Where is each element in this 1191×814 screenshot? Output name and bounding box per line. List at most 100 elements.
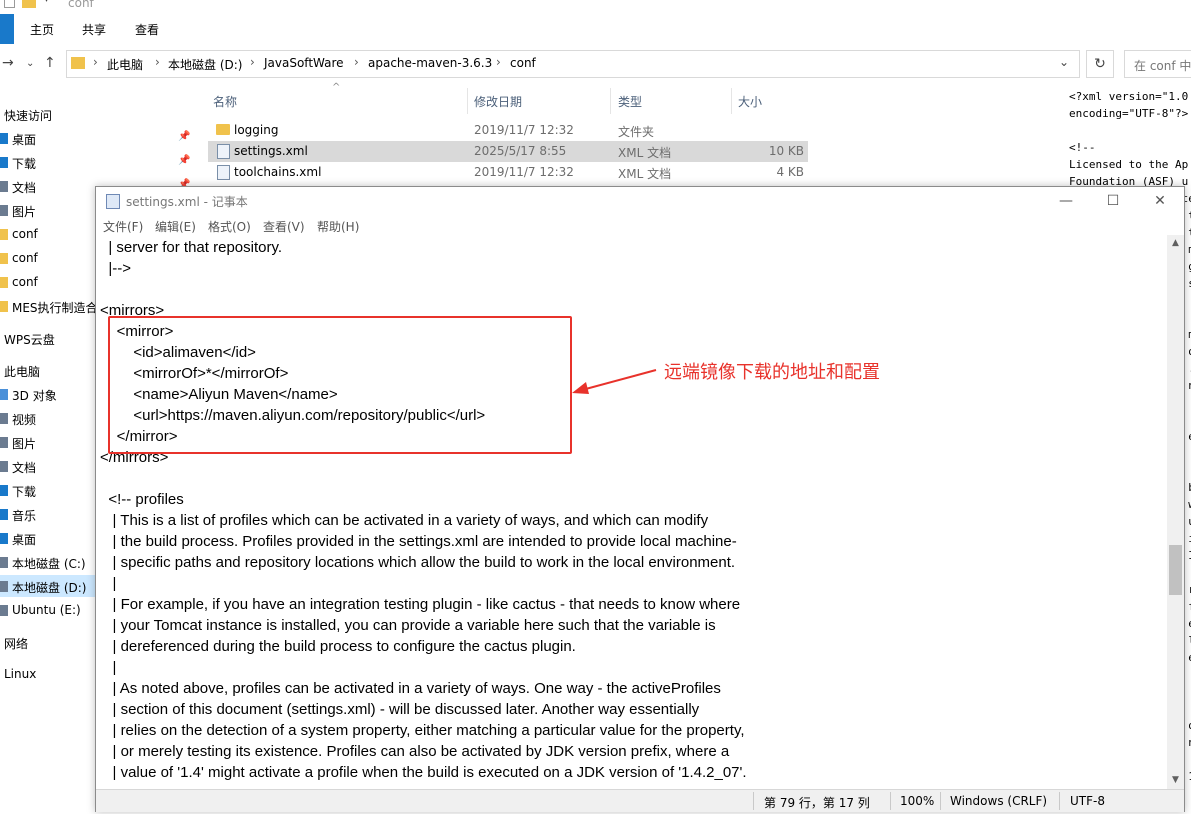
sidebar-item[interactable]: 视频 [0, 411, 36, 428]
breadcrumb-drive-d[interactable]: 本地磁盘 (D:) [168, 56, 242, 73]
search-input[interactable]: 在 conf 中 [1124, 50, 1191, 78]
sidebar-item[interactable]: MES执行制造合 [0, 299, 98, 316]
file-name: logging [234, 123, 279, 137]
sidebar-item[interactable]: Linux [4, 667, 36, 681]
pin-icon[interactable]: 📌 [178, 155, 190, 166]
breadcrumb-separator: › [496, 55, 501, 69]
menu-edit[interactable]: 编辑(E) [155, 218, 196, 235]
sidebar-item[interactable]: 本地磁盘 (D:) [0, 579, 86, 596]
text-line: | section of this document (settings.xml… [100, 701, 700, 718]
sidebar-item[interactable]: 快速访问 [4, 107, 52, 124]
sidebar-item-label: 文档 [12, 181, 37, 195]
pin-icon[interactable]: 📌 [178, 131, 190, 142]
file-size: 4 KB [776, 165, 804, 179]
scroll-up-icon[interactable]: ▲ [1167, 235, 1184, 252]
column-separator[interactable] [467, 88, 468, 114]
column-separator[interactable] [610, 88, 611, 114]
menu-help[interactable]: 帮助(H) [317, 218, 359, 235]
checkbox-icon [4, 0, 15, 8]
vertical-scrollbar[interactable]: ▲ ▼ [1167, 235, 1184, 789]
back-arrow-icon[interactable]: → [2, 55, 14, 71]
file-row-logging[interactable]: logging 2019/11/7 12:32 文件夹 [208, 120, 808, 141]
maximize-button[interactable]: ☐ [1090, 190, 1136, 212]
sidebar-item-icon [0, 413, 8, 424]
sidebar-item[interactable]: WPS云盘 [4, 331, 55, 348]
chevron-down-icon[interactable]: ⌄ [26, 58, 34, 69]
scroll-down-icon[interactable]: ▼ [1167, 772, 1184, 789]
menu-view[interactable]: 查看(V) [263, 218, 305, 235]
preview-line: <?xml version="1.0 [1069, 90, 1189, 103]
up-arrow-icon[interactable]: ↑ [44, 55, 56, 71]
text-line: | [100, 575, 117, 592]
sidebar-item[interactable]: 图片 [0, 203, 36, 220]
sidebar-item[interactable]: 图片 [0, 435, 36, 452]
scrollbar-thumb[interactable] [1169, 545, 1182, 595]
preview-line: Licensed to the Ap [1069, 158, 1189, 171]
sidebar-item[interactable]: 桌面 [0, 531, 37, 548]
file-size: 10 KB [768, 144, 804, 158]
sidebar-item-icon [0, 461, 8, 472]
sidebar-item[interactable]: conf [0, 275, 38, 289]
file-date: 2019/11/7 12:32 [474, 165, 574, 179]
ribbon: 主页 共享 查看 [0, 14, 1191, 45]
sidebar-item[interactable]: 此电脑 [4, 363, 40, 380]
breadcrumb-separator: › [250, 55, 255, 69]
breadcrumb-maven[interactable]: apache-maven-3.6.3 [368, 56, 492, 70]
notepad-window: settings.xml - 记事本 — ☐ ✕ 文件(F) 编辑(E) 格式(… [95, 186, 1185, 812]
file-row-toolchains[interactable]: toolchains.xml 2019/11/7 12:32 XML 文档 4 … [208, 162, 808, 183]
menu-format[interactable]: 格式(O) [208, 218, 251, 235]
column-header-type[interactable]: 类型 [618, 93, 642, 110]
column-separator[interactable] [731, 88, 732, 114]
sidebar-item-label: MES执行制造合 [12, 301, 98, 315]
sidebar-item[interactable]: conf [0, 251, 38, 265]
sidebar-item[interactable]: 下载 [0, 155, 37, 172]
notepad-statusbar: 第 79 行，第 17 列 100% Windows (CRLF) UTF-8 [96, 789, 1184, 812]
preview-line: <!-- [1069, 141, 1096, 154]
notepad-menubar: 文件(F) 编辑(E) 格式(O) 查看(V) 帮助(H) [96, 215, 1184, 235]
sidebar-item[interactable]: 文档 [0, 179, 37, 196]
highlight-box [108, 316, 572, 454]
sidebar-item-icon [0, 437, 8, 448]
sidebar-item[interactable]: conf [0, 227, 38, 241]
text-line: | As noted above, profiles can be activa… [100, 680, 721, 697]
tab-view[interactable]: 查看 [135, 21, 159, 38]
sidebar-item[interactable]: 下载 [0, 483, 36, 500]
breadcrumb-this-pc[interactable]: 此电脑 [107, 56, 143, 73]
status-encoding: UTF-8 [1070, 794, 1105, 808]
text-line: | or merely testing its existence. Profi… [100, 743, 730, 760]
tab-share[interactable]: 共享 [82, 21, 106, 38]
sidebar-item-label: 桌面 [12, 533, 37, 547]
ribbon-file-tab[interactable] [0, 14, 14, 44]
address-bar[interactable]: › 此电脑 › 本地磁盘 (D:) › JavaSoftWare › apach… [66, 50, 1080, 78]
sidebar-item[interactable]: 音乐 [0, 507, 36, 524]
column-header-date[interactable]: 修改日期 [474, 93, 522, 110]
minimize-button[interactable]: — [1043, 190, 1089, 212]
sidebar-item[interactable]: 3D 对象 [0, 387, 57, 404]
file-row-settings[interactable]: settings.xml 2025/5/17 8:55 XML 文档 10 KB [208, 141, 808, 162]
sidebar-item-label: 本地磁盘 (C:) [12, 557, 86, 571]
menu-file[interactable]: 文件(F) [103, 218, 143, 235]
chevron-down-icon[interactable]: ⌄ [1059, 55, 1069, 69]
column-header-size[interactable]: 大小 [738, 93, 762, 110]
sidebar-item[interactable]: Ubuntu (E:) [0, 603, 81, 617]
refresh-button[interactable]: ↻ [1086, 50, 1114, 78]
sidebar-item-icon [0, 157, 8, 168]
column-header-name[interactable]: 名称 [213, 93, 237, 110]
notepad-titlebar[interactable]: settings.xml - 记事本 — ☐ ✕ [96, 187, 1184, 215]
tab-home[interactable]: 主页 [30, 21, 54, 38]
folder-icon [22, 0, 36, 8]
breadcrumb-javasoftware[interactable]: JavaSoftWare [264, 56, 344, 70]
status-line-ending: Windows (CRLF) [950, 794, 1048, 808]
close-button[interactable]: ✕ [1137, 190, 1183, 212]
breadcrumb-conf[interactable]: conf [510, 56, 536, 70]
dropdown-icon[interactable]: ▾ [44, 0, 49, 5]
sidebar-item[interactable]: 桌面 [0, 131, 36, 148]
xml-file-icon [217, 144, 230, 159]
explorer-titlebar: ▾ conf [0, 0, 1191, 14]
breadcrumb-separator: › [354, 55, 359, 69]
sidebar-item[interactable]: 文档 [0, 459, 36, 476]
sidebar-item[interactable]: 本地磁盘 (C:) [0, 555, 86, 572]
window-title: conf [68, 0, 94, 10]
sidebar-item-label: 下载 [12, 157, 37, 171]
sidebar-item[interactable]: 网络 [4, 635, 28, 652]
